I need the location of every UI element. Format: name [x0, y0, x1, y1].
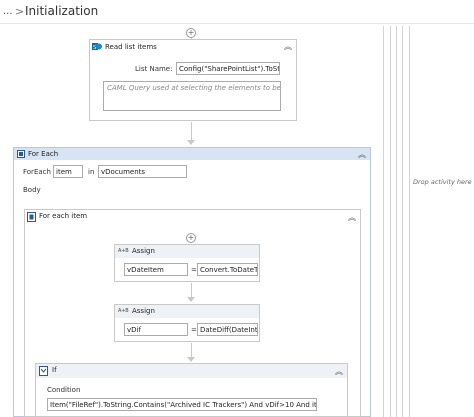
divider-line	[396, 26, 397, 417]
equals-sign: =	[191, 326, 197, 334]
svg-text:S: S	[93, 45, 96, 51]
activity-header: A+B Assign	[115, 305, 259, 318]
assign-activity[interactable]: A+B Assign vDateItem = Convert.ToDateTim	[114, 244, 260, 282]
foreach-label: ForEach	[23, 168, 51, 176]
assign-value-field[interactable]: Convert.ToDateTim	[197, 263, 258, 276]
condition-field[interactable]: Item("FileRef").ToString.Contains("Archi…	[47, 398, 317, 411]
assign-to-field[interactable]: vDateItem	[124, 263, 188, 276]
add-activity-icon[interactable]: +	[186, 233, 196, 243]
breadcrumb-title: Initialization	[25, 4, 99, 18]
sharepoint-icon: S	[92, 43, 102, 51]
activity-header: S Read list items ︽	[90, 40, 296, 54]
activity-title: Assign	[132, 247, 155, 255]
if-icon	[39, 366, 48, 376]
item-variable-field[interactable]: item	[53, 165, 83, 178]
sequence-icon	[27, 212, 36, 222]
connector-arrow	[187, 297, 195, 302]
collection-field[interactable]: vDocuments	[98, 165, 187, 178]
breadcrumb-ellipsis[interactable]: ...	[3, 6, 13, 17]
collapse-icon[interactable]: ︽	[358, 149, 366, 160]
activity-title: Assign	[132, 307, 155, 315]
activity-header: A+B Assign	[115, 245, 259, 258]
activity-header: For each item ︽	[25, 210, 360, 224]
list-name-label: List Name:	[135, 65, 173, 73]
activity-title: Read list items	[105, 43, 157, 51]
assign-value-field[interactable]: DateDiff(DateInten	[197, 323, 258, 336]
activity-title: For each item	[39, 212, 88, 220]
read-list-items-activity[interactable]: S Read list items ︽ List Name: Config("S…	[89, 39, 297, 121]
divider-line	[390, 26, 391, 417]
breadcrumb: ... > Initialization	[0, 0, 474, 24]
connector-line	[191, 122, 192, 142]
collapse-icon[interactable]: ︽	[335, 366, 343, 377]
collapse-icon[interactable]: ︽	[284, 41, 292, 52]
divider-line	[402, 26, 403, 417]
chevron-right-icon: >	[15, 5, 25, 18]
assign-activity[interactable]: A+B Assign vDif = DateDiff(DateInten	[114, 304, 260, 342]
for-each-icon	[17, 150, 25, 158]
collapse-icon[interactable]: ︽	[348, 212, 356, 223]
assign-icon: A+B	[118, 248, 129, 254]
in-label: in	[88, 168, 95, 176]
caml-query-field[interactable]: CAML Query used at selecting the element…	[103, 81, 281, 111]
assign-icon: A+B	[118, 308, 129, 314]
connector-arrow	[187, 357, 195, 362]
assign-to-field[interactable]: vDif	[124, 323, 188, 336]
activity-title: If	[52, 366, 57, 374]
add-activity-icon[interactable]: +	[186, 28, 196, 38]
body-label: Body	[23, 186, 41, 194]
condition-label: Condition	[47, 386, 81, 394]
connector-arrow	[187, 140, 195, 145]
equals-sign: =	[191, 266, 197, 274]
if-activity[interactable]: If ︽ Condition Item("FileRef").ToString.…	[35, 363, 348, 417]
activity-header: For Each ︽	[14, 148, 370, 160]
activity-header: If ︽	[36, 364, 347, 378]
list-name-field[interactable]: Config("SharePointList").ToStri	[176, 62, 280, 75]
divider-line	[409, 26, 410, 417]
divider-line	[383, 26, 384, 417]
activity-title: For Each	[28, 150, 59, 158]
drop-activity-hint[interactable]: Drop activity here	[413, 178, 472, 186]
